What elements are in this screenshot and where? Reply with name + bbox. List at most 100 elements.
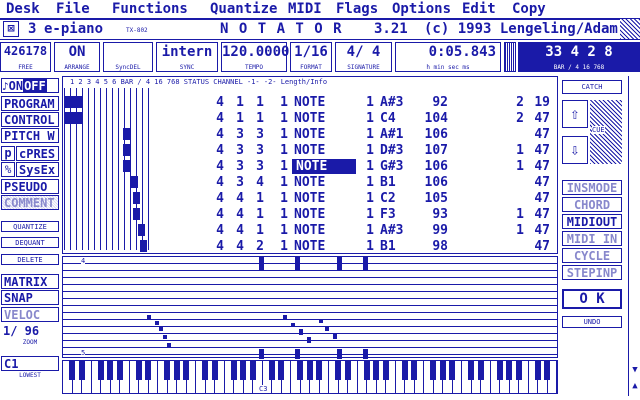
- percent-icon[interactable]: %: [1, 162, 15, 177]
- matrix-note[interactable]: [333, 333, 337, 339]
- piano-black-key[interactable]: [69, 361, 75, 380]
- event-row[interactable]: 4 3 3 1 NOTE 1 G#3 106 1 47: [210, 159, 556, 174]
- delete-button[interactable]: DELETE: [1, 254, 59, 265]
- matrix-note[interactable]: [283, 315, 287, 319]
- piano-black-key[interactable]: [477, 361, 484, 380]
- chord-button[interactable]: CHORD: [562, 197, 622, 212]
- step-input-button[interactable]: STEPINP: [562, 265, 622, 280]
- menu-edit[interactable]: Edit: [462, 1, 496, 17]
- menu-quantize[interactable]: Quantize: [210, 1, 277, 17]
- menu-file[interactable]: File: [56, 1, 90, 17]
- matrix-note[interactable]: [259, 349, 264, 359]
- piano-black-key[interactable]: [439, 361, 446, 380]
- cycle-button[interactable]: CYCLE: [562, 248, 622, 263]
- piano-black-key[interactable]: [430, 361, 436, 380]
- piano-black-key[interactable]: [382, 361, 389, 380]
- midi-in-button[interactable]: MIDI IN: [562, 231, 622, 246]
- event-row[interactable]: 4 3 3 1 NOTE 1 D#3 107 1 47: [210, 143, 556, 158]
- piano-black-key[interactable]: [116, 361, 123, 380]
- filter-program-button[interactable]: PROGRAM: [1, 96, 59, 111]
- matrix-note[interactable]: [291, 323, 295, 327]
- event-row[interactable]: 4 4 1 1 NOTE 1 A#3 99 1 47: [210, 223, 556, 238]
- matrix-note[interactable]: [337, 349, 342, 359]
- piano-black-key[interactable]: [297, 361, 303, 380]
- matrix-note[interactable]: [295, 257, 300, 271]
- catch-button[interactable]: CATCH: [562, 80, 622, 94]
- event-row[interactable]: 4 4 1 1 NOTE 1 F3 93 1 47: [210, 207, 556, 222]
- sync-delay[interactable]: SyncDEL: [103, 42, 153, 72]
- lowest-note-value[interactable]: C1: [1, 356, 59, 371]
- close-box-icon[interactable]: ⊠: [3, 21, 19, 37]
- menu-options[interactable]: Options: [392, 1, 451, 17]
- menu-midi[interactable]: MIDI: [288, 1, 322, 17]
- poly-pressure-button[interactable]: p: [1, 146, 15, 161]
- piano-black-key[interactable]: [496, 361, 503, 380]
- matrix-note[interactable]: [299, 329, 303, 335]
- piano-black-key[interactable]: [135, 361, 142, 380]
- matrix-note[interactable]: [337, 257, 342, 271]
- quantize-button[interactable]: QUANTIZE: [1, 221, 59, 232]
- matrix-button[interactable]: MATRIX: [1, 274, 59, 289]
- menu-copy[interactable]: Copy: [512, 1, 546, 17]
- scroll-up-small-icon[interactable]: ▲: [630, 380, 640, 392]
- piano-black-key[interactable]: [401, 361, 408, 380]
- format-field[interactable]: 1/16 FORMAT: [290, 42, 332, 72]
- snap-button[interactable]: SNAP: [1, 290, 59, 305]
- event-row[interactable]: 4 1 1 1 NOTE 1 A#3 92 2 19: [210, 95, 556, 110]
- piano-black-key[interactable]: [316, 361, 322, 380]
- piano-black-key[interactable]: [373, 361, 379, 380]
- event-row[interactable]: 4 4 1 1 NOTE 1 C2 105 47: [210, 191, 556, 206]
- tempo-field[interactable]: 120.0000 TEMPO: [221, 42, 289, 72]
- vertical-scrollbar[interactable]: ▼ ▲: [628, 76, 640, 396]
- filter-sysex-button[interactable]: SysEx: [16, 162, 59, 177]
- scroll-down-icon[interactable]: ▼: [630, 364, 640, 376]
- piano-black-key[interactable]: [145, 361, 151, 380]
- piano-keys[interactable]: [63, 361, 557, 393]
- matrix-note[interactable]: [363, 257, 368, 271]
- matrix-note[interactable]: [307, 337, 311, 343]
- sync-mode[interactable]: intern SYNC: [156, 42, 218, 72]
- piano-black-key[interactable]: [268, 361, 275, 380]
- piano-black-key[interactable]: [468, 361, 474, 380]
- matrix-note[interactable]: [259, 257, 264, 271]
- matrix-note[interactable]: [363, 349, 368, 359]
- piano-keyboard[interactable]: C3: [62, 360, 558, 394]
- piano-black-key[interactable]: [97, 361, 104, 380]
- piano-black-key[interactable]: [107, 361, 113, 380]
- size-box[interactable]: [620, 19, 640, 39]
- filter-pitch-wheel-button[interactable]: PITCH W: [1, 128, 59, 143]
- piano-black-key[interactable]: [164, 361, 170, 380]
- scroll-down-arrow-icon[interactable]: ⇩: [562, 136, 588, 164]
- piano-black-key[interactable]: [249, 361, 256, 380]
- matrix-note[interactable]: [295, 349, 300, 359]
- matrix-note[interactable]: [155, 321, 159, 325]
- dequant-button[interactable]: DEQUANT: [1, 237, 59, 248]
- piano-black-key[interactable]: [211, 361, 218, 380]
- velocity-button[interactable]: VELOC: [1, 307, 59, 322]
- matrix-note[interactable]: [147, 315, 151, 319]
- piano-black-key[interactable]: [449, 361, 455, 380]
- matrix-note[interactable]: [159, 327, 163, 331]
- on-off-toggle[interactable]: ♪ONOFF: [1, 78, 59, 93]
- event-row[interactable]: 4 4 2 1 NOTE 1 B1 98 47: [210, 239, 556, 254]
- piano-black-key[interactable]: [544, 361, 550, 380]
- piano-black-key[interactable]: [506, 361, 512, 380]
- piano-black-key[interactable]: [534, 361, 541, 380]
- piano-black-key[interactable]: [344, 361, 351, 380]
- event-row[interactable]: 4 1 1 1 NOTE 1 C4 104 2 47: [210, 111, 556, 126]
- insmode-button[interactable]: INSMODE: [562, 180, 622, 195]
- piano-black-key[interactable]: [306, 361, 313, 380]
- piano-black-key[interactable]: [515, 361, 522, 380]
- matrix-editor[interactable]: 4 5: [62, 256, 558, 359]
- piano-black-key[interactable]: [335, 361, 341, 380]
- event-row[interactable]: 4 3 3 1 NOTE 1 A#1 106 47: [210, 127, 556, 142]
- zoom-value[interactable]: 1/ 96: [1, 324, 59, 339]
- midi-out-button[interactable]: MIDIOUT: [562, 214, 622, 229]
- matrix-note[interactable]: [325, 327, 329, 331]
- filter-comment-button[interactable]: COMMENT: [1, 195, 59, 210]
- undo-button[interactable]: UNDO: [562, 316, 622, 328]
- arrange-toggle[interactable]: ON ARRANGE: [54, 42, 100, 72]
- piano-black-key[interactable]: [240, 361, 246, 380]
- piano-black-key[interactable]: [173, 361, 180, 380]
- event-row[interactable]: 4 3 4 1 NOTE 1 B1 106 47: [210, 175, 556, 190]
